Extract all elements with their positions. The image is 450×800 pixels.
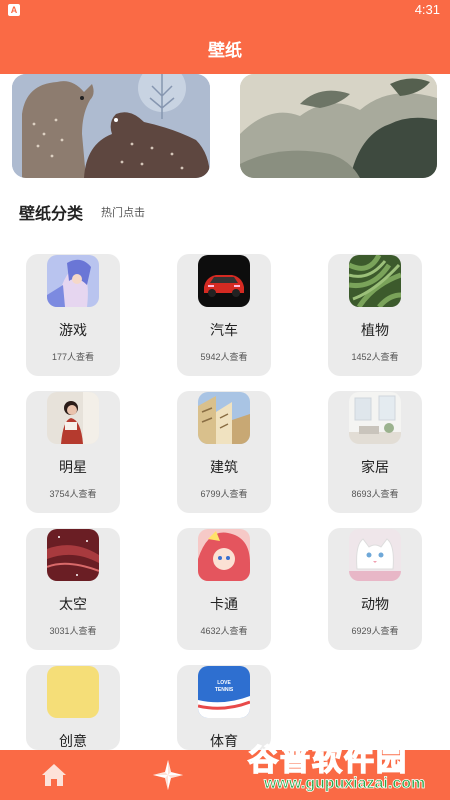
celebrities-thumbnail: [47, 392, 99, 444]
explore-icon[interactable]: [152, 759, 184, 791]
animals-thumbnail: [349, 529, 401, 581]
notification-icon: A: [8, 4, 20, 16]
category-name: 创意: [59, 734, 87, 750]
category-views: 3754人查看: [49, 489, 97, 499]
cartoon-thumbnail: [198, 529, 250, 581]
category-name: 游戏: [59, 323, 87, 339]
mountain-painting-banner[interactable]: [240, 74, 437, 178]
category-views: 1452人查看: [351, 352, 399, 362]
architecture-thumbnail: [198, 392, 250, 444]
mountain-painting: [240, 74, 437, 178]
sports-thumb-line-1: LOVE: [217, 680, 231, 686]
category-views: 4632人查看: [200, 626, 248, 636]
home-thumbnail: [349, 392, 401, 444]
status-bar: A 4:31: [0, 0, 450, 20]
watermark-title: 谷普软件园: [247, 742, 408, 779]
plants-thumbnail: [349, 255, 401, 307]
creative-thumbnail: [47, 666, 99, 718]
bears-banner[interactable]: [12, 74, 210, 178]
category-name: 明星: [59, 460, 87, 476]
category-name: 汽车: [210, 323, 238, 339]
category-name: 动物: [361, 597, 389, 613]
category-card-celebrities[interactable]: 明星 3754人查看: [26, 391, 120, 513]
category-card-creative[interactable]: 创意: [26, 665, 120, 750]
bears-illustration: [12, 74, 210, 178]
category-card-space[interactable]: 太空 3031人查看: [26, 528, 120, 650]
category-card-animals[interactable]: 动物 6929人查看: [328, 528, 422, 650]
home-icon[interactable]: [40, 761, 68, 789]
category-views: 177人查看: [51, 352, 95, 362]
watermark: 谷普软件园 www.gupuxiazai.com: [247, 731, 446, 797]
page-title: 壁纸: [208, 41, 242, 61]
watermark-url: www.gupuxiazai.com: [264, 775, 426, 793]
category-name: 植物: [361, 323, 389, 339]
category-card-cars[interactable]: 汽车 5942人查看: [177, 254, 271, 376]
section-subtitle[interactable]: 热门点击: [101, 204, 145, 220]
category-name: 卡通: [210, 597, 238, 613]
cars-thumbnail: [198, 255, 250, 307]
category-views: 3031人查看: [49, 626, 97, 636]
status-time: 4:31: [414, 2, 440, 17]
category-card-games[interactable]: 游戏 177人查看: [26, 254, 120, 376]
category-card-plants[interactable]: 植物 1452人查看: [328, 254, 422, 376]
category-card-cartoon[interactable]: 卡通 4632人查看: [177, 528, 271, 650]
category-name: 建筑: [210, 460, 238, 476]
category-card-architecture[interactable]: 建筑 6799人查看: [177, 391, 271, 513]
games-thumbnail: [47, 255, 99, 307]
category-views: 8693人查看: [351, 489, 399, 499]
sports-thumbnail: LOVE TENNIS: [198, 666, 250, 718]
category-views: 6929人查看: [351, 626, 399, 636]
category-card-home[interactable]: 家居 8693人查看: [328, 391, 422, 513]
category-views: 5942人查看: [200, 352, 248, 362]
category-views: 6799人查看: [200, 489, 248, 499]
category-name: 家居: [361, 460, 389, 476]
section-title: 壁纸分类: [19, 204, 84, 223]
title-bar: 壁纸: [0, 20, 450, 74]
space-thumbnail: [47, 529, 99, 581]
category-name: 太空: [59, 597, 87, 613]
sports-thumb-line-2: TENNIS: [215, 687, 234, 693]
